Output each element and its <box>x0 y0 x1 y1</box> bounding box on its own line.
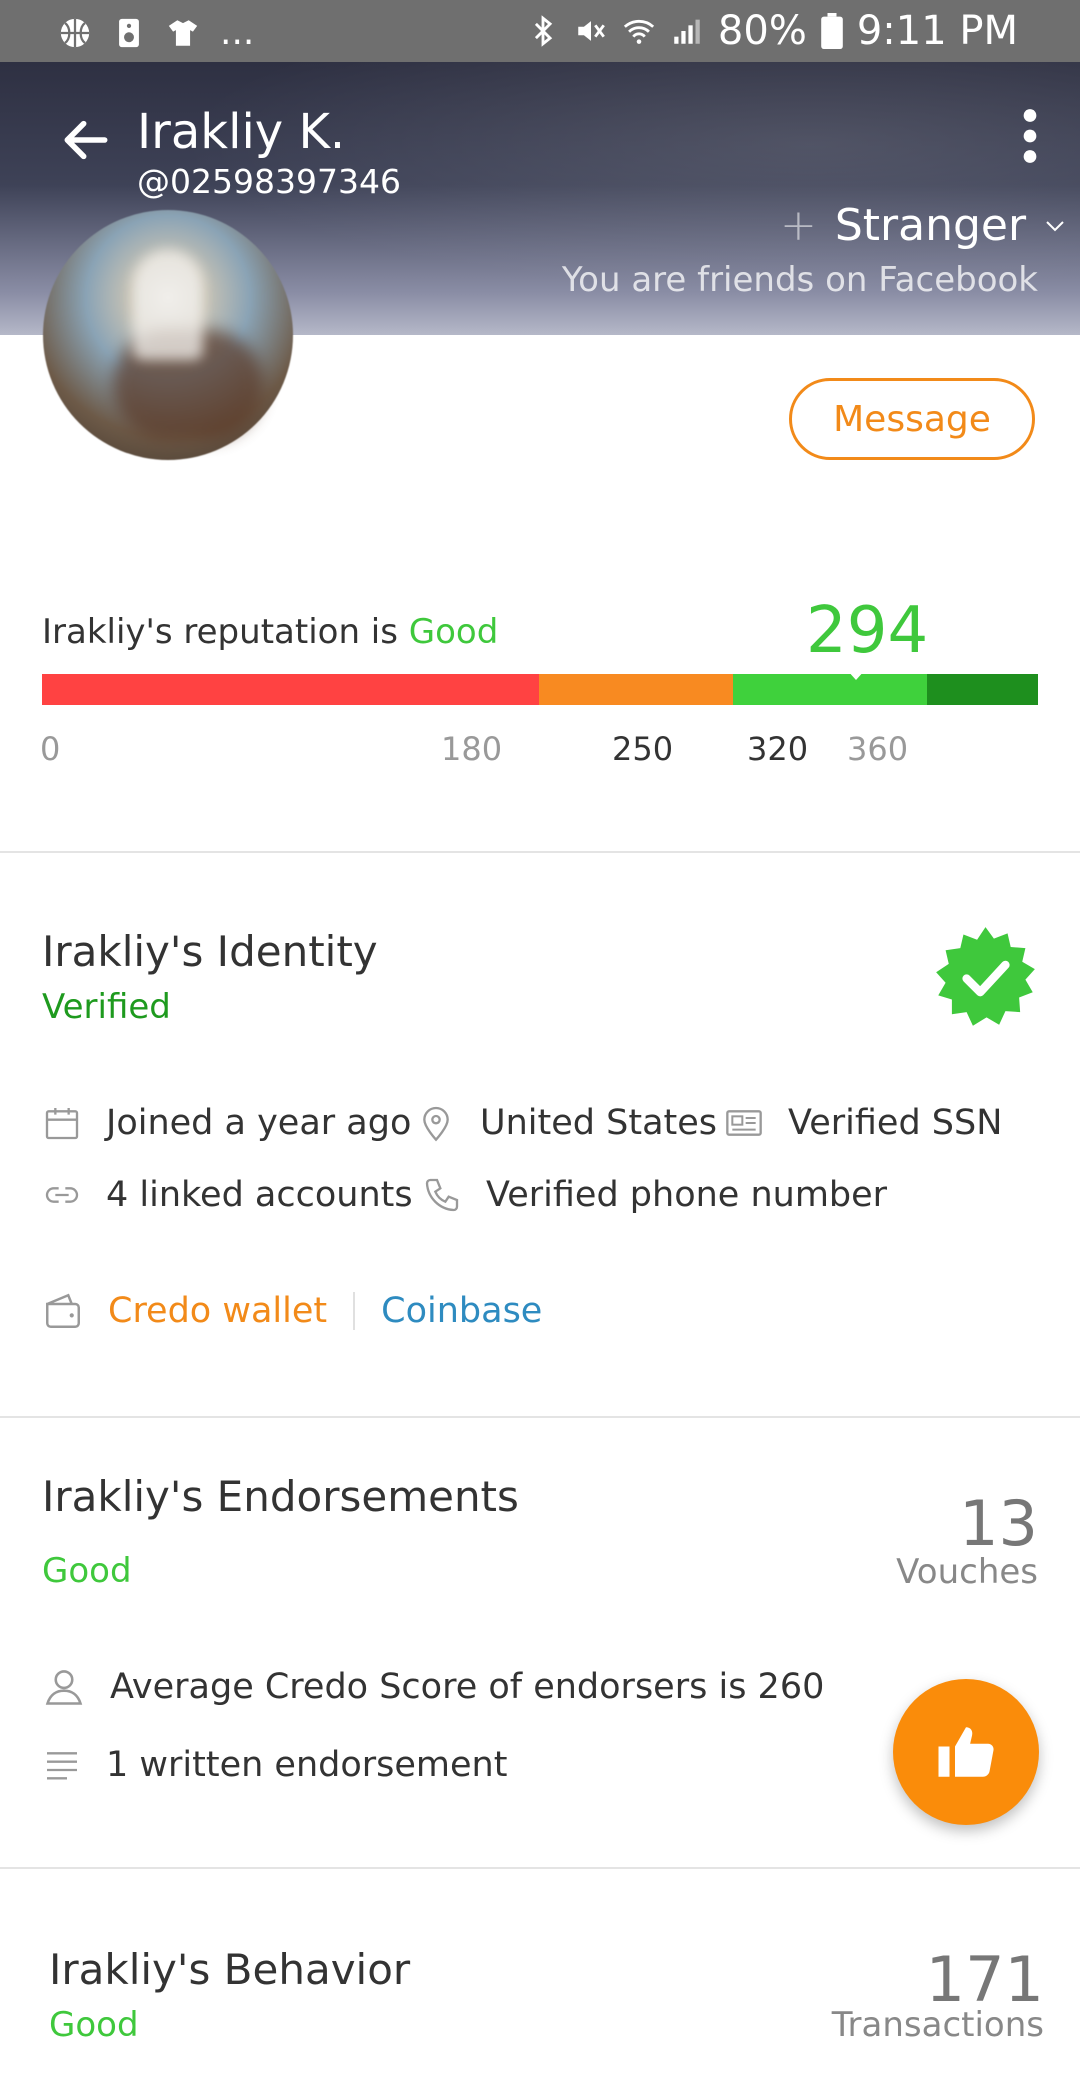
reputation-segment-bad <box>42 674 539 705</box>
vouches-label: Vouches <box>896 1552 1038 1592</box>
endorse-button[interactable] <box>893 1679 1039 1825</box>
reputation-label: Irakliy's reputation is Good <box>42 612 498 652</box>
phone-icon <box>425 1178 459 1212</box>
behavior-title: Irakliy's Behavior <box>49 1945 411 1994</box>
endorsements-title: Irakliy's Endorsements <box>42 1472 519 1521</box>
add-icon: + <box>780 200 817 251</box>
mute-icon <box>578 21 605 41</box>
ssn-info: Verified SSN <box>724 1103 1002 1143</box>
section-divider <box>0 1416 1080 1418</box>
chevron-down-icon <box>1046 220 1064 231</box>
phone-text: Verified phone number <box>486 1175 888 1215</box>
endorsements-status: Good <box>42 1551 132 1591</box>
written-endorsement-info[interactable]: 1 written endorsement <box>42 1745 507 1785</box>
battery-percent: 80% <box>717 8 807 54</box>
reputation-tick-250: 250 <box>612 730 674 768</box>
message-button[interactable]: Message <box>789 378 1035 460</box>
reputation-score: 294 <box>806 594 929 668</box>
location-info: United States <box>416 1103 717 1143</box>
calendar-icon <box>45 1108 79 1140</box>
section-divider <box>0 1867 1080 1869</box>
notification-icons: ... <box>58 12 254 53</box>
bluetooth-icon <box>534 15 553 47</box>
reputation-tick-360: 360 <box>847 730 909 768</box>
identity-title: Irakliy's Identity <box>42 927 378 976</box>
section-divider <box>0 851 1080 853</box>
relationship-label: Stranger <box>834 200 1027 251</box>
linked-accounts-text: 4 linked accounts <box>106 1175 413 1215</box>
clock: 9:11 PM <box>856 8 1018 54</box>
verified-badge-icon <box>936 927 1035 1026</box>
linked-accounts-info[interactable]: 4 linked accounts <box>42 1175 413 1215</box>
user-icon <box>45 1670 83 1705</box>
reputation-segment-excellent <box>927 674 1038 705</box>
vouches-count: 13 <box>959 1487 1038 1560</box>
text-lines-icon <box>47 1752 77 1780</box>
thumbs-up-icon <box>938 1727 994 1777</box>
profile-name: Irakliy K. <box>137 104 346 160</box>
reputation-segment-fair <box>539 674 733 705</box>
wifi-icon <box>623 19 655 44</box>
wallet-icon <box>46 1293 80 1328</box>
reputation-tick-180: 180 <box>441 730 503 768</box>
avg-score-text: Average Credo Score of endorsers is 260 <box>110 1667 825 1707</box>
system-icons: 80% 9:11 PM <box>526 8 1018 54</box>
status-bar: ... 80% 9:11 PM <box>0 0 1080 62</box>
location-pin-icon <box>423 1106 449 1142</box>
basketball-icon <box>60 18 90 47</box>
more-notifications: ... <box>220 12 255 53</box>
written-endorsement-text: 1 written endorsement <box>106 1745 508 1785</box>
link-icon <box>45 1187 79 1203</box>
more-options-icon[interactable] <box>1015 108 1045 164</box>
battery-icon <box>821 13 843 49</box>
reputation-bar <box>42 674 1038 705</box>
reputation-label-prefix: Irakliy's reputation is <box>42 612 409 652</box>
relationship-dropdown[interactable]: + Stranger <box>780 200 1066 251</box>
reputation-tick-320: 320 <box>747 730 809 768</box>
ssn-text: Verified SSN <box>788 1103 1003 1143</box>
joined-info: Joined a year ago <box>42 1103 411 1143</box>
reputation-tick-0: 0 <box>40 730 61 768</box>
speaker-icon <box>119 18 139 47</box>
avatar-photo-figure <box>133 250 203 360</box>
profile-handle: @02598397346 <box>137 162 401 201</box>
avatar[interactable] <box>43 210 293 460</box>
wallet-separator <box>353 1292 356 1330</box>
reputation-status: Good <box>408 612 499 652</box>
phone-info: Verified phone number <box>422 1175 887 1215</box>
facebook-friends-note: You are friends on Facebook <box>561 260 1038 300</box>
credo-wallet-link[interactable]: Credo wallet <box>108 1291 327 1331</box>
back-arrow-icon[interactable] <box>58 112 114 168</box>
coinbase-link[interactable]: Coinbase <box>381 1291 542 1331</box>
identity-status: Verified <box>42 987 171 1027</box>
behavior-status: Good <box>49 2005 139 2045</box>
id-card-icon <box>726 1110 762 1136</box>
location-text: United States <box>480 1103 718 1143</box>
avg-score-info: Average Credo Score of endorsers is 260 <box>42 1665 824 1709</box>
reputation-marker <box>847 670 865 680</box>
wallets-row: Credo wallet Coinbase <box>42 1290 542 1332</box>
shirt-icon <box>168 19 198 46</box>
joined-text: Joined a year ago <box>106 1103 412 1143</box>
signal-icon <box>674 19 700 44</box>
reputation-segment-good <box>733 674 927 705</box>
transactions-label: Transactions <box>831 2005 1044 2045</box>
